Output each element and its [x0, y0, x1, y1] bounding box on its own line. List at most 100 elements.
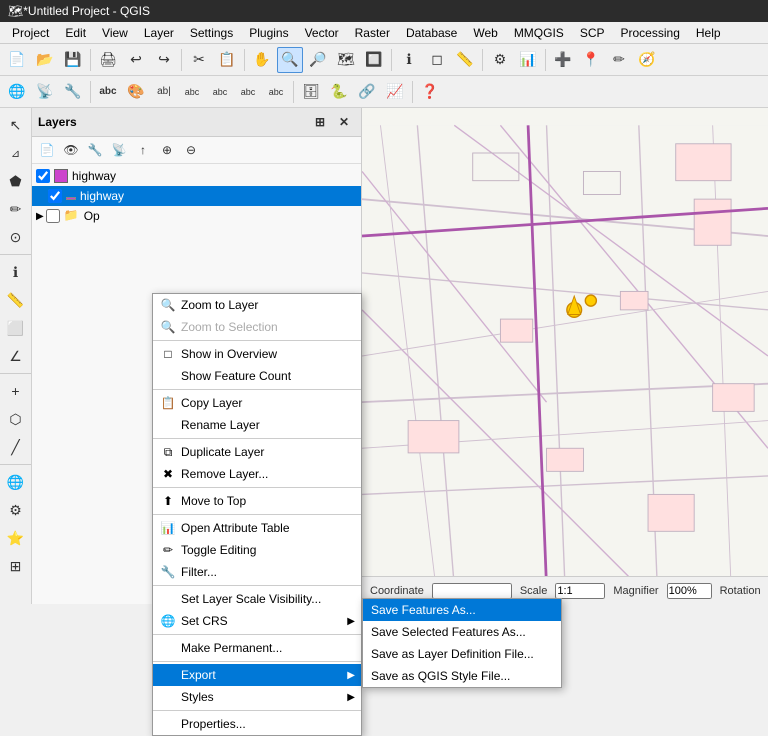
- sub-save-selected-features-as[interactable]: Save Selected Features As...: [363, 621, 561, 643]
- tool-add-point[interactable]: +: [3, 378, 29, 404]
- zoom-selected-btn[interactable]: 🔲: [361, 47, 387, 73]
- identify-btn[interactable]: ℹ: [396, 47, 422, 73]
- tool-bookmark[interactable]: ⭐: [3, 525, 29, 551]
- tool-freehand-select[interactable]: ✏: [3, 196, 29, 222]
- menu-layer[interactable]: Layer: [136, 24, 182, 42]
- layer-checkbox-highway-parent[interactable]: [36, 169, 50, 183]
- ctx-copy-layer[interactable]: 📋 Copy Layer: [153, 392, 361, 414]
- menu-edit[interactable]: Edit: [57, 24, 94, 42]
- tool-angle[interactable]: ∠: [3, 343, 29, 369]
- ctx-set-layer-scale[interactable]: Set Layer Scale Visibility...: [153, 588, 361, 610]
- menu-vector[interactable]: Vector: [297, 24, 347, 42]
- save-project-btn[interactable]: 💾: [60, 47, 86, 73]
- new-project-btn[interactable]: 📄: [4, 47, 30, 73]
- menu-view[interactable]: View: [94, 24, 136, 42]
- layer-checkbox-highway-child[interactable]: [48, 189, 62, 203]
- layer-eye-btn[interactable]: 👁: [60, 139, 82, 161]
- menu-database[interactable]: Database: [398, 24, 465, 42]
- label3-btn[interactable]: abc: [207, 79, 233, 105]
- menu-settings[interactable]: Settings: [182, 24, 241, 42]
- help-btn[interactable]: ❓: [417, 79, 443, 105]
- open-project-btn[interactable]: 📂: [32, 47, 58, 73]
- label-abc-btn[interactable]: abc: [95, 79, 121, 105]
- edit-btn[interactable]: ✏: [606, 47, 632, 73]
- tool-info[interactable]: ℹ: [3, 259, 29, 285]
- database-btn[interactable]: 🗄: [298, 79, 324, 105]
- plugin-btn[interactable]: 🔗: [354, 79, 380, 105]
- ctx-open-attribute-table[interactable]: 📊 Open Attribute Table: [153, 517, 361, 539]
- sub-save-features-as[interactable]: Save Features As...: [363, 599, 561, 621]
- compass-btn[interactable]: 🧭: [634, 47, 660, 73]
- layer-collapse-all-btn[interactable]: ⊖: [180, 139, 202, 161]
- zoom-full-btn[interactable]: 🗺: [333, 47, 359, 73]
- ctx-make-permanent[interactable]: Make Permanent...: [153, 637, 361, 659]
- tool-select[interactable]: ↖: [3, 112, 29, 138]
- ctx-toggle-editing[interactable]: ✏ Toggle Editing: [153, 539, 361, 561]
- add-layer-btn[interactable]: ➕: [550, 47, 576, 73]
- tool-add-polygon[interactable]: ⬡: [3, 406, 29, 432]
- tool-measure[interactable]: 📏: [3, 287, 29, 313]
- python-btn[interactable]: 🐍: [326, 79, 352, 105]
- add-point-btn[interactable]: 📍: [578, 47, 604, 73]
- layers-close-btn[interactable]: ✕: [333, 111, 355, 133]
- scale-input[interactable]: [555, 583, 605, 599]
- undo-btn[interactable]: ↩: [123, 47, 149, 73]
- menu-web[interactable]: Web: [465, 24, 505, 42]
- ctx-styles[interactable]: Styles ▶: [153, 686, 361, 708]
- print-btn[interactable]: 🖨: [95, 47, 121, 73]
- layer-item-highway-parent[interactable]: highway: [32, 166, 361, 186]
- menu-project[interactable]: Project: [4, 24, 57, 42]
- sub-save-layer-definition[interactable]: Save as Layer Definition File...: [363, 643, 561, 665]
- copy-btn[interactable]: 📋: [214, 47, 240, 73]
- ctx-rename-layer[interactable]: Rename Layer: [153, 414, 361, 436]
- ctx-export[interactable]: Export ▶: [153, 664, 361, 686]
- add-layer-tool-btn[interactable]: 📄: [36, 139, 58, 161]
- layer-item-op[interactable]: ▶ 📁 Op: [32, 206, 361, 226]
- tool-radius-select[interactable]: ⊙: [3, 224, 29, 250]
- tool-globe[interactable]: 🌐: [3, 469, 29, 495]
- measure-btn[interactable]: 📏: [452, 47, 478, 73]
- zoom-out-btn[interactable]: 🔎: [305, 47, 331, 73]
- ctx-set-crs[interactable]: 🌐 Set CRS ▶: [153, 610, 361, 632]
- layer-arrow-up-btn[interactable]: ↑: [132, 139, 154, 161]
- layers-expand-btn[interactable]: ⊞: [309, 111, 331, 133]
- ctx-filter[interactable]: 🔧 Filter...: [153, 561, 361, 583]
- layer-item-highway-child[interactable]: highway: [32, 186, 361, 206]
- ctx-duplicate-layer[interactable]: ⧉ Duplicate Layer: [153, 441, 361, 463]
- ctx-show-overview[interactable]: □ Show in Overview: [153, 343, 361, 365]
- ctx-properties[interactable]: Properties...: [153, 713, 361, 735]
- settings-btn[interactable]: ⚙: [487, 47, 513, 73]
- layer-filter-btn[interactable]: 🔧: [84, 139, 106, 161]
- tool-layers[interactable]: ⊞: [3, 553, 29, 579]
- zoom-in-btn[interactable]: 🔍: [277, 47, 303, 73]
- select-btn[interactable]: ◻: [424, 47, 450, 73]
- layer-checkbox-op[interactable]: [46, 209, 60, 223]
- pan-btn[interactable]: ✋: [249, 47, 275, 73]
- layer-signal-btn[interactable]: 📡: [108, 139, 130, 161]
- menu-mmqgis[interactable]: MMQGIS: [506, 24, 572, 42]
- tool-polygon-select[interactable]: ⬟: [3, 168, 29, 194]
- sub-save-qgis-style[interactable]: Save as QGIS Style File...: [363, 665, 561, 687]
- wrench-btn[interactable]: 🔧: [60, 79, 86, 105]
- label4-btn[interactable]: abc: [235, 79, 261, 105]
- menu-help[interactable]: Help: [688, 24, 729, 42]
- coord-input[interactable]: [432, 583, 512, 599]
- map-area[interactable]: Coordinate Scale Magnifier Rotation Rend…: [362, 108, 768, 604]
- layer-expand-all-btn[interactable]: ⊕: [156, 139, 178, 161]
- tool-add-line[interactable]: ╱: [3, 434, 29, 460]
- menu-processing[interactable]: Processing: [613, 24, 688, 42]
- ctx-show-feature-count[interactable]: Show Feature Count: [153, 365, 361, 387]
- satellite-btn[interactable]: 📡: [32, 79, 58, 105]
- redo-btn[interactable]: ↪: [151, 47, 177, 73]
- tool-deselect[interactable]: ⊿: [3, 140, 29, 166]
- cut-btn[interactable]: ✂: [186, 47, 212, 73]
- magnifier-input[interactable]: [667, 583, 712, 599]
- tool-settings[interactable]: ⚙: [3, 497, 29, 523]
- label2-btn[interactable]: abc: [179, 79, 205, 105]
- menu-scp[interactable]: SCP: [572, 24, 613, 42]
- paint-btn[interactable]: 🎨: [123, 79, 149, 105]
- menu-plugins[interactable]: Plugins: [241, 24, 296, 42]
- ab-btn[interactable]: ab|: [151, 79, 177, 105]
- ctx-remove-layer[interactable]: ✖ Remove Layer...: [153, 463, 361, 485]
- ctx-move-to-top[interactable]: ⬆ Move to Top: [153, 490, 361, 512]
